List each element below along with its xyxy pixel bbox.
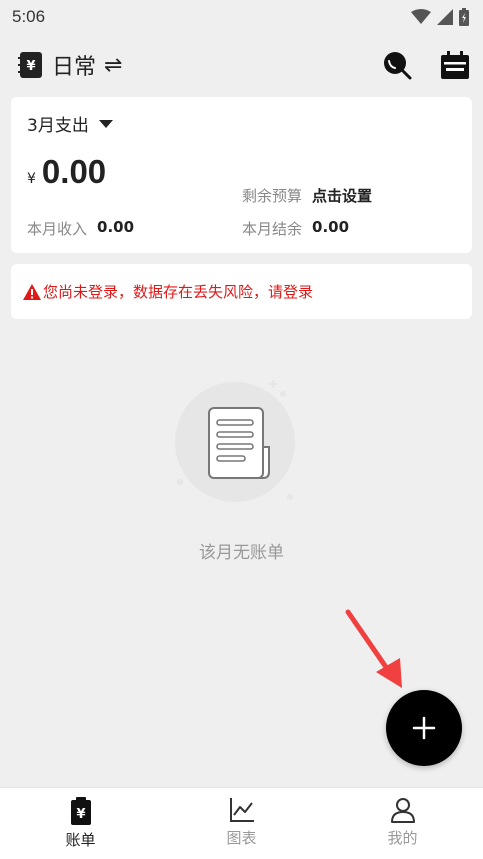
chart-icon xyxy=(229,798,254,822)
expense-amount: 0.00 xyxy=(41,153,107,190)
search-button[interactable] xyxy=(379,47,415,83)
calendar-button[interactable] xyxy=(437,47,473,83)
month-label: 3月支出 xyxy=(27,116,89,136)
nav-item-profile[interactable]: 我的 xyxy=(322,788,483,859)
wifi-icon xyxy=(411,9,431,24)
status-icons xyxy=(411,8,469,26)
balance-stat: 本月结余 0.00 xyxy=(242,218,457,239)
warning-text: 您尚未登录，数据存在丢失风险，请登录 xyxy=(43,283,314,301)
currency-symbol: ¥ xyxy=(27,171,36,187)
book-title: 日常 xyxy=(52,55,97,80)
app-bar: ¥ 日常 ⇌ xyxy=(0,40,483,90)
nav-item-charts[interactable]: 图表 xyxy=(161,788,322,859)
caret-down-icon xyxy=(98,119,113,128)
switch-book-icon: ⇌ xyxy=(104,52,123,78)
monthly-stats: 本月收入 0.00 本月结余 0.00 xyxy=(27,218,457,239)
search-icon xyxy=(384,52,412,80)
income-label: 本月收入 xyxy=(27,220,88,238)
app-actions xyxy=(379,47,473,83)
balance-value: 0.00 xyxy=(312,218,350,236)
month-selector[interactable]: 3月支出 xyxy=(27,111,456,136)
hint-arrow-icon xyxy=(345,609,402,688)
login-warning[interactable]: 您尚未登录，数据存在丢失风险，请登录 xyxy=(11,264,472,319)
budget-value: 点击设置 xyxy=(312,187,373,205)
bill-icon: ¥ xyxy=(70,797,91,825)
nav-label-profile: 我的 xyxy=(387,829,418,847)
calendar-icon xyxy=(441,51,469,79)
summary-card: 3月支出 ¥ 0.00 剩余预算 点击设置 本月收入 0.00 本月结余 0.0… xyxy=(11,97,472,253)
profile-icon xyxy=(390,798,415,823)
empty-state-text: 该月无账单 xyxy=(199,543,284,563)
status-bar: 5:06 xyxy=(0,0,483,34)
plus-icon xyxy=(412,716,436,740)
book-switch-button[interactable]: ¥ 日常 ⇌ xyxy=(18,49,122,81)
add-record-button[interactable] xyxy=(386,690,462,766)
status-time: 5:06 xyxy=(12,7,46,26)
nav-label-bills: 账单 xyxy=(65,831,96,849)
income-value: 0.00 xyxy=(97,218,135,236)
balance-label: 本月结余 xyxy=(242,220,303,238)
expense-row: ¥ 0.00 xyxy=(27,153,106,191)
ledger-icon: ¥ xyxy=(18,52,42,78)
budget-setting[interactable]: 剩余预算 点击设置 xyxy=(242,185,372,206)
budget-label: 剩余预算 xyxy=(242,187,303,205)
battery-icon xyxy=(459,8,469,26)
nav-item-bills[interactable]: ¥ 账单 xyxy=(0,788,161,859)
empty-bill-illustration xyxy=(175,380,295,502)
warning-icon xyxy=(23,283,41,300)
nav-label-charts: 图表 xyxy=(226,829,257,847)
signal-icon xyxy=(437,9,453,25)
svg-text:¥: ¥ xyxy=(76,807,85,822)
income-stat: 本月收入 0.00 xyxy=(27,218,242,239)
svg-text:¥: ¥ xyxy=(26,59,35,74)
bottom-nav: ¥ 账单 图表 我的 xyxy=(0,787,483,859)
